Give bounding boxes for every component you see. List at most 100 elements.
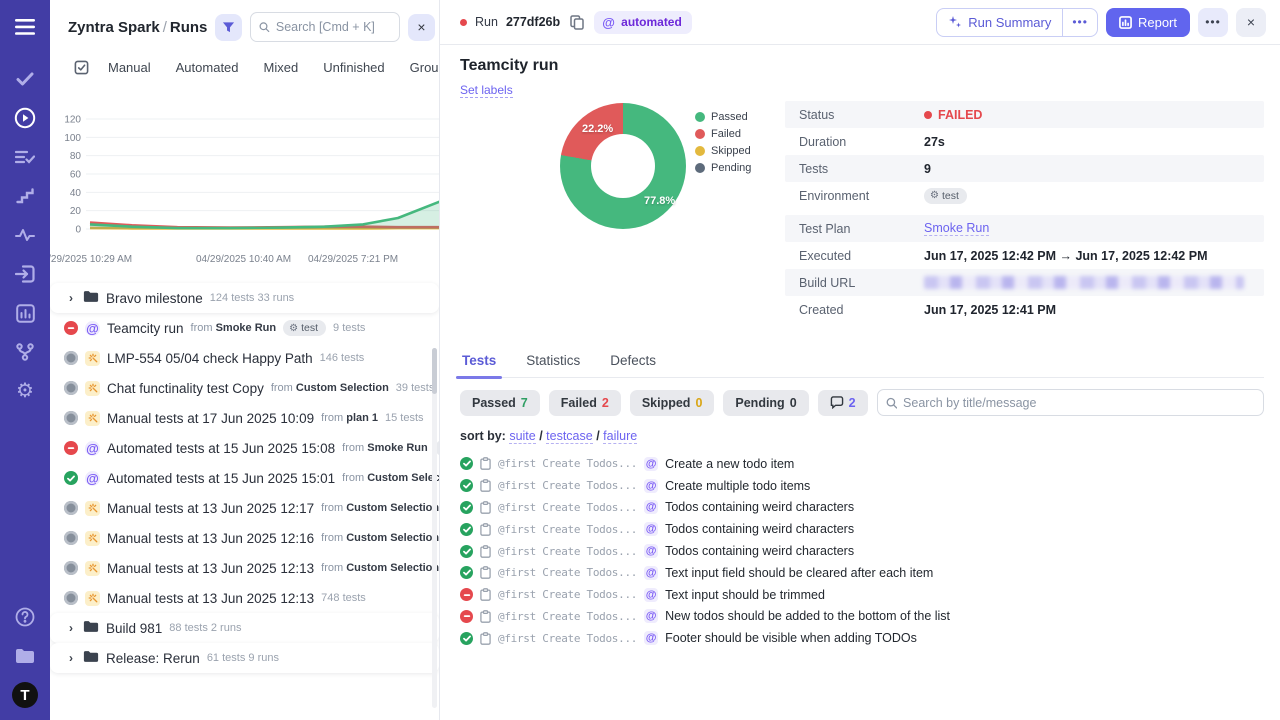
detail-row-duration: Duration 27s [785,128,1264,155]
test-row[interactable]: @first Create Todos... @ Text input field … [460,562,1264,584]
copy-run-id-button[interactable] [568,13,586,32]
test-suite-path[interactable]: @first Create Todos... [498,545,637,558]
test-title[interactable]: New todos should be added to the bottom … [665,609,950,623]
test-search[interactable] [876,389,1264,416]
steps-icon[interactable] [12,183,38,209]
run-row[interactable]: @ Teamcity run from Smoke Run ⚙ test 9 tests [64,313,439,343]
chevron-right-icon[interactable]: › [66,651,76,665]
sort-by-testcase[interactable]: testcase [546,429,593,444]
detail-row-environment: Environment ⚙ test [785,182,1264,209]
run-row[interactable]: @ Automated tests at 15 Jun 2025 15:01 fro… [64,463,439,493]
report-button[interactable]: Report [1105,7,1190,37]
run-row[interactable]: Chat functinality test Copy from Custom S… [64,373,439,403]
status-failed-icon [64,441,78,455]
folder-row[interactable]: › Bravo milestone 124 tests 33 runs [50,283,439,313]
logo-T[interactable]: T [12,682,38,708]
tab-unfinished[interactable]: Unfinished [323,60,384,75]
run-filter-icon[interactable] [74,60,89,75]
help-icon[interactable] [12,604,38,630]
sort-by-failure[interactable]: failure [603,429,638,444]
tab-mixed[interactable]: Mixed [264,60,299,75]
test-title[interactable]: Text input field should be cleared after… [665,566,933,580]
play-circle-icon[interactable] [12,105,38,131]
bar-chart-icon[interactable] [12,300,38,326]
tab-automated[interactable]: Automated [176,60,239,75]
runs-scrollbar[interactable] [432,348,437,708]
test-suite-path[interactable]: @first Create Todos... [498,588,637,601]
environment-badge: ⚙test [924,187,967,204]
chevron-right-icon[interactable]: › [66,621,76,635]
more-actions-button[interactable]: ••• [1198,7,1228,37]
test-row[interactable]: @first Create Todos... @ Todos containing … [460,518,1264,540]
status-failed-value: FAILED [924,108,982,122]
tab-statistics[interactable]: Statistics [524,347,582,377]
test-row[interactable]: @first Create Todos... @ Create multiple t… [460,475,1264,497]
runs-search[interactable] [250,12,400,42]
run-summary-more-button[interactable]: ••• [1062,8,1097,36]
run-row[interactable]: LMP-554 05/04 check Happy Path 146 tests [64,343,439,373]
test-suite-path[interactable]: @first Create Todos... [498,632,637,645]
test-row[interactable]: @first Create Todos... @ Todos containing … [460,497,1264,519]
test-row[interactable]: @first Create Todos... @ Footer should be … [460,627,1264,649]
tab-manual[interactable]: Manual [108,60,151,75]
pulse-icon[interactable] [12,222,38,248]
breadcrumb-project[interactable]: Zyntra Spark [68,19,160,36]
run-row[interactable]: Manual tests at 13 Jun 2025 12:17 from Cu… [64,493,439,523]
test-row[interactable]: @first Create Todos... @ New todos should … [460,606,1264,628]
run-row[interactable]: Manual tests at 13 Jun 2025 12:13 748 tes… [64,583,439,613]
run-row[interactable]: @ Automated tests at 15 Jun 2025 15:08 fro… [64,433,439,463]
filter-button[interactable] [215,13,243,41]
tab-defects[interactable]: Defects [608,347,658,377]
gear-icon[interactable]: ⚙ [12,378,38,404]
filter-chip-passed[interactable]: Passed 7 [460,389,540,416]
comments-filter-chip[interactable]: 2 [817,389,868,416]
test-suite-path[interactable]: @first Create Todos... [498,523,637,536]
test-suite-path[interactable]: @first Create Todos... [498,501,637,514]
chevron-right-icon[interactable]: › [66,291,76,305]
branch-icon[interactable] [12,339,38,365]
test-title[interactable]: Todos containing weird characters [665,500,854,514]
filter-chip-failed[interactable]: Failed 2 [548,389,621,416]
folder-row[interactable]: › Release: Rerun 61 tests 9 runs [50,643,439,673]
test-row[interactable]: @first Create Todos... @ Text input should… [460,584,1264,606]
test-suite-path[interactable]: @first Create Todos... [498,566,637,579]
test-title[interactable]: Todos containing weird characters [665,544,854,558]
breadcrumb: Zyntra Spark / Runs [68,19,207,36]
x-tick-label: 04/29/2025 10:29 AM [50,254,133,265]
run-row[interactable]: Manual tests at 17 Jun 2025 10:09 from pl… [64,403,439,433]
run-summary-button[interactable]: Run Summary [937,9,1062,36]
test-suite-path[interactable]: @first Create Todos... [498,457,637,470]
test-plan-link[interactable]: Smoke Run [924,221,990,236]
run-row[interactable]: Manual tests at 13 Jun 2025 12:16 from Cu… [64,523,439,553]
check-icon[interactable] [12,66,38,92]
test-search-input[interactable] [903,395,1255,410]
list-check-icon[interactable] [12,144,38,170]
run-row[interactable]: Manual tests at 13 Jun 2025 12:13 from Cu… [64,553,439,583]
test-title[interactable]: Text input should be trimmed [665,588,825,602]
test-title[interactable]: Footer should be visible when adding TOD… [665,631,917,645]
runs-search-input[interactable] [275,20,391,34]
tab-tests[interactable]: Tests [455,347,503,379]
automated-badge[interactable]: @ automated [594,10,692,34]
tab-groups[interactable]: Groups [410,60,439,75]
sort-by-suite[interactable]: suite [509,429,536,444]
run-summary-split-button: Run Summary ••• [936,7,1098,37]
svg-text:120: 120 [64,115,81,126]
test-suite-path[interactable]: @first Create Todos... [498,610,637,623]
test-suite-path[interactable]: @first Create Todos... [498,479,637,492]
test-row[interactable]: @first Create Todos... @ Todos containing … [460,540,1264,562]
collapse-panel-button[interactable]: × [408,13,435,41]
docs-icon[interactable] [12,643,38,669]
filter-chip-pending[interactable]: Pending 0 [723,389,809,416]
filter-chip-skipped[interactable]: Skipped 0 [629,389,715,416]
test-title[interactable]: Todos containing weird characters [665,522,854,536]
test-title[interactable]: Create multiple todo items [665,479,810,493]
manual-icon [85,380,100,396]
test-title[interactable]: Create a new todo item [665,457,794,471]
import-icon[interactable] [12,261,38,287]
close-detail-button[interactable]: × [1236,7,1266,37]
test-row[interactable]: @first Create Todos... @ Create a new todo… [460,453,1264,475]
menu-icon[interactable] [12,14,38,40]
folder-row[interactable]: › Build 981 88 tests 2 runs [50,613,439,643]
set-labels-link[interactable]: Set labels [460,83,513,98]
